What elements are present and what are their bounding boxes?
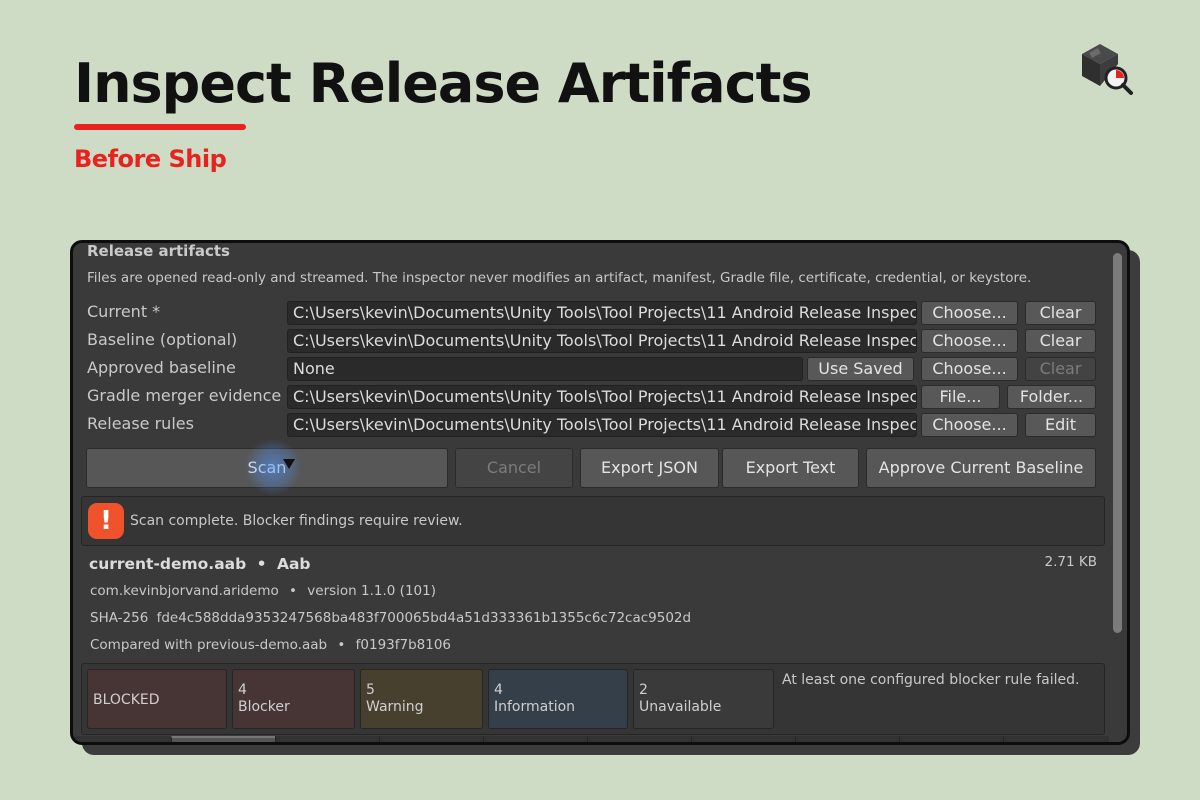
gradle-file-button[interactable]: File...	[921, 385, 1000, 409]
compared-separator: •	[337, 637, 346, 653]
approved-clear-button[interactable]: Clear	[1025, 357, 1096, 381]
export-json-button[interactable]: Export JSON	[580, 448, 719, 488]
blocker-count: 4	[238, 682, 247, 698]
current-choose-button[interactable]: Choose...	[921, 301, 1018, 325]
current-label: Current *	[87, 302, 161, 321]
blocker-label: Blocker	[238, 699, 290, 715]
baseline-label: Baseline (optional)	[87, 330, 238, 349]
compared-hash: f0193f7b8106	[355, 637, 452, 653]
tab-item[interactable]	[899, 736, 1003, 742]
information-label: Information	[494, 699, 576, 715]
current-clear-button[interactable]: Clear	[1025, 301, 1096, 325]
export-text-button[interactable]: Export Text	[722, 448, 859, 488]
information-count: 4	[494, 682, 503, 698]
current-path-field[interactable]: C:\Users\kevin\Documents\Unity Tools\Too…	[287, 301, 917, 325]
compared-label: Compared with previous-demo.aab	[90, 637, 328, 653]
tab-item[interactable]	[1003, 736, 1107, 742]
package-separator: •	[289, 583, 297, 599]
findings-tab-strip	[73, 736, 1109, 742]
hero-underline	[74, 124, 246, 130]
tab-item[interactable]	[171, 736, 275, 742]
gradle-evidence-field[interactable]: C:\Users\kevin\Documents\Unity Tools\Too…	[287, 385, 917, 409]
approved-baseline-field[interactable]: None	[287, 357, 803, 381]
package-id: com.kevinbjorvand.aridemo	[90, 583, 279, 599]
hero-subtitle: Before Ship	[74, 145, 227, 173]
warning-icon: !	[88, 503, 124, 539]
tab-item[interactable]	[483, 736, 587, 742]
sha-line: SHA-256 fde4c588dda9353247568ba483f70006…	[90, 610, 691, 626]
gradle-evidence-label: Gradle merger evidence	[87, 386, 282, 405]
artifact-info-panel: current-demo.aab • Aab 2.71 KB com.kevin…	[81, 549, 1105, 661]
summary-message: At least one configured blocker rule fai…	[782, 672, 1080, 688]
artifact-title: current-demo.aab • Aab	[89, 555, 311, 573]
approve-baseline-button[interactable]: Approve Current Baseline	[866, 448, 1096, 488]
unavailable-card[interactable]: 2 Unavailable	[633, 669, 774, 729]
package-line: com.kevinbjorvand.aridemo • version 1.1.…	[90, 583, 436, 599]
artifact-size: 2.71 KB	[1044, 554, 1097, 570]
scrollbar-thumb[interactable]	[1113, 253, 1122, 633]
baseline-path-field[interactable]: C:\Users\kevin\Documents\Unity Tools\Too…	[287, 329, 917, 353]
rules-choose-button[interactable]: Choose...	[921, 413, 1018, 437]
information-card[interactable]: 4 Information	[488, 669, 628, 729]
artifact-separator: •	[256, 555, 267, 573]
status-message: Scan complete. Blocker findings require …	[130, 513, 463, 529]
version-text: version 1.1.0 (101)	[307, 583, 436, 599]
sha-value: fde4c588dda9353247568ba483f700065bd4a51d…	[156, 610, 692, 626]
gradle-folder-button[interactable]: Folder...	[1007, 385, 1096, 409]
artifact-format: Aab	[276, 555, 311, 573]
blocker-card[interactable]: 4 Blocker	[232, 669, 355, 729]
package-search-icon	[1082, 44, 1133, 95]
release-rules-label: Release rules	[87, 414, 194, 433]
warning-label: Warning	[366, 699, 424, 715]
baseline-choose-button[interactable]: Choose...	[921, 329, 1018, 353]
baseline-clear-button[interactable]: Clear	[1025, 329, 1096, 353]
sha-label: SHA-256	[90, 610, 149, 626]
release-rules-field[interactable]: C:\Users\kevin\Documents\Unity Tools\Too…	[287, 413, 917, 437]
tab-item[interactable]	[587, 736, 691, 742]
use-saved-button[interactable]: Use Saved	[807, 357, 914, 381]
section-title: Release artifacts	[87, 242, 230, 260]
compared-line: Compared with previous-demo.aab • f0193f…	[90, 637, 451, 653]
cancel-button[interactable]: Cancel	[455, 448, 573, 488]
tab-item[interactable]	[379, 736, 483, 742]
warning-card[interactable]: 5 Warning	[360, 669, 483, 729]
verdict-text: BLOCKED	[93, 692, 160, 708]
tab-item[interactable]	[275, 736, 379, 742]
unavailable-label: Unavailable	[639, 699, 722, 715]
hero-title: Inspect Release Artifacts	[74, 52, 813, 115]
vertical-scrollbar[interactable]	[1109, 251, 1125, 731]
status-panel: ! Scan complete. Blocker findings requir…	[81, 496, 1105, 546]
mouse-cursor-icon	[283, 459, 295, 469]
unavailable-count: 2	[639, 682, 648, 698]
tab-item[interactable]	[795, 736, 899, 742]
approved-choose-button[interactable]: Choose...	[921, 357, 1018, 381]
warning-count: 5	[366, 682, 375, 698]
rules-edit-button[interactable]: Edit	[1025, 413, 1096, 437]
tab-item[interactable]	[691, 736, 795, 742]
artifact-name: current-demo.aab	[89, 555, 247, 573]
summary-panel: BLOCKED 4 Blocker 5 Warning 4 Informatio…	[81, 663, 1105, 735]
section-description: Files are opened read-only and streamed.…	[87, 270, 1032, 286]
verdict-card: BLOCKED	[87, 669, 227, 729]
approved-baseline-label: Approved baseline	[87, 358, 236, 377]
inspector-window: Release artifacts Files are opened read-…	[70, 240, 1130, 745]
